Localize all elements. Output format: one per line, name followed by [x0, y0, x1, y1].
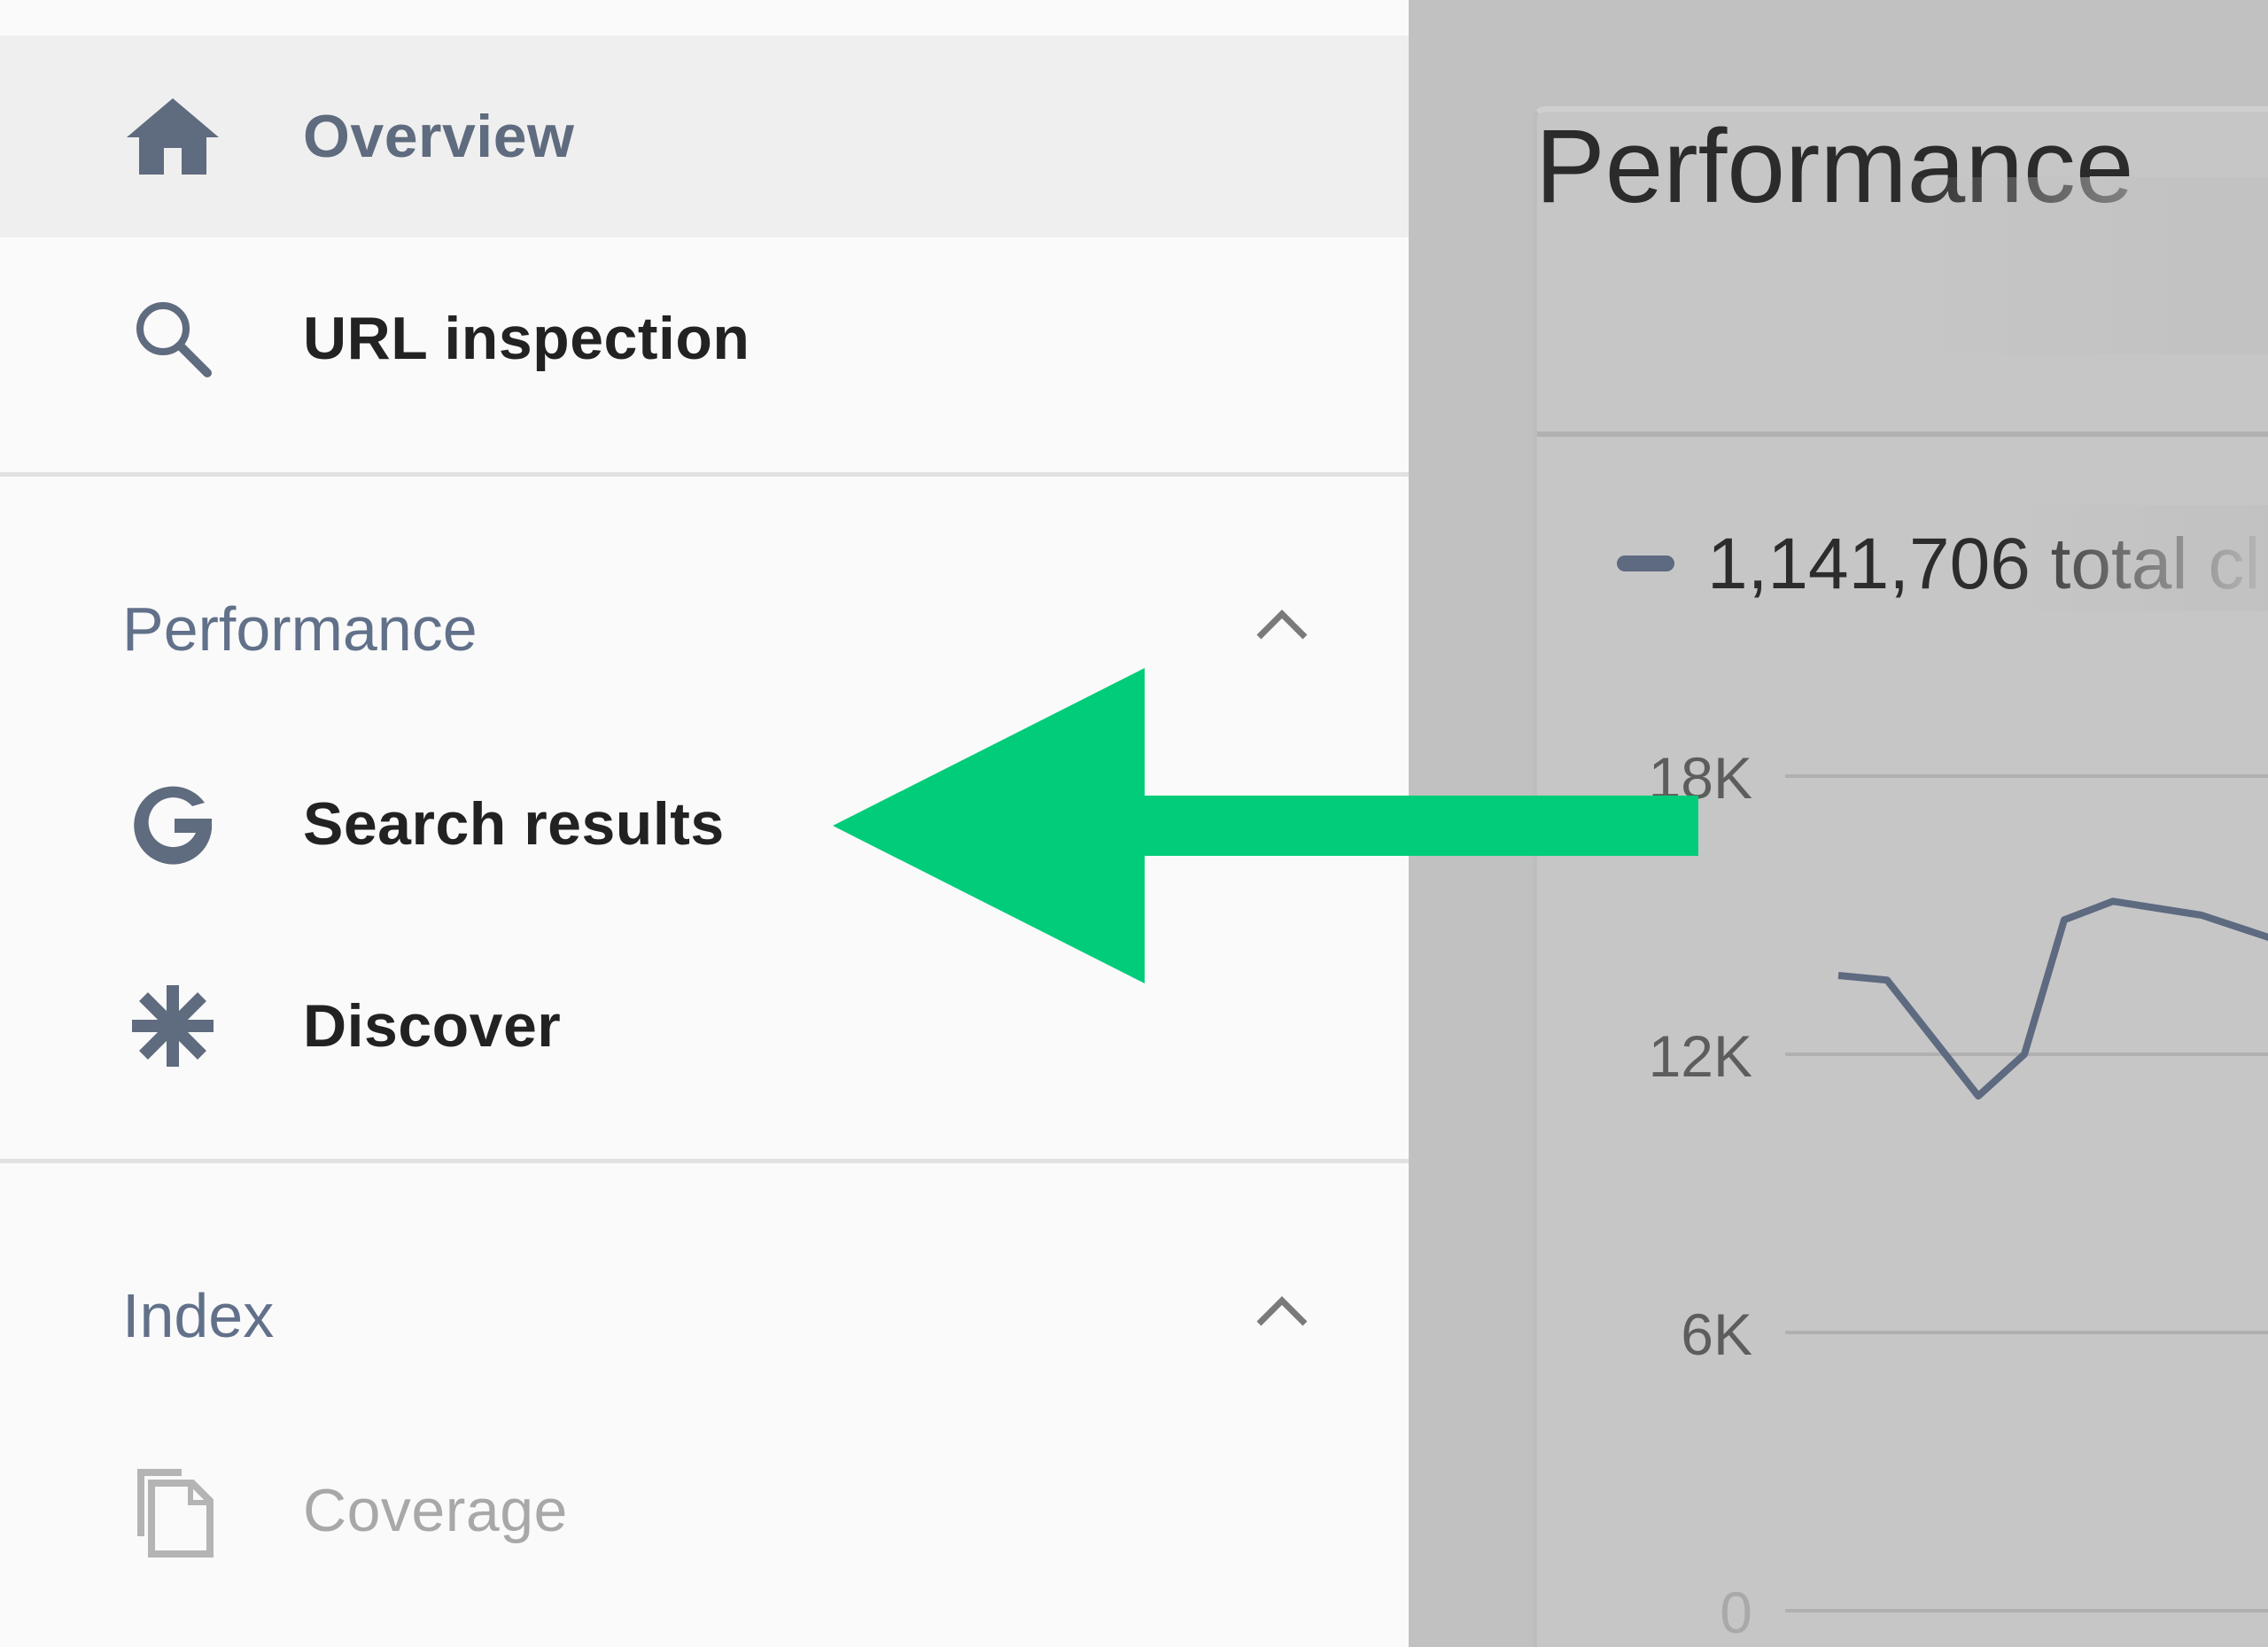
- scrim-overlay[interactable]: Performance 1,141,706 total cl 18K 12K 6K 0: [1409, 0, 2268, 1647]
- sidebar-item-label: Search results: [303, 790, 725, 858]
- google-g-icon: [124, 775, 221, 873]
- section-title: Performance: [122, 594, 478, 664]
- performance-chart: 18K 12K 6K 0: [1649, 745, 2268, 1645]
- chevron-up-icon[interactable]: [1254, 598, 1311, 651]
- chevron-up-icon[interactable]: [1254, 1285, 1311, 1338]
- sidebar-item-label: Overview: [303, 103, 575, 170]
- sidebar-item-label: Discover: [303, 992, 562, 1060]
- copy-pages-icon: [124, 1462, 221, 1559]
- section-header-index[interactable]: Index: [0, 1245, 1409, 1378]
- asterisk-icon: [124, 977, 221, 1075]
- divider: [0, 472, 1409, 477]
- sidebar-nav: Overview URL inspection Performance Sear…: [0, 0, 1409, 1647]
- y-tick-label: 0: [1720, 1580, 1752, 1645]
- divider: [0, 1159, 1409, 1163]
- sidebar-item-label: URL inspection: [303, 305, 750, 372]
- sidebar-item-discover[interactable]: Discover: [0, 925, 1409, 1127]
- sidebar-item-label: Coverage: [303, 1477, 568, 1544]
- y-tick-label: 12K: [1649, 1023, 1752, 1089]
- section-title: Index: [122, 1281, 275, 1350]
- y-tick-label: 6K: [1681, 1301, 1752, 1367]
- home-icon: [124, 88, 221, 185]
- y-tick-label: 18K: [1649, 745, 1752, 811]
- series-line: [1837, 897, 2268, 1100]
- sidebar-item-overview[interactable]: Overview: [0, 35, 1409, 237]
- section-header-performance[interactable]: Performance: [0, 558, 1409, 691]
- sidebar-item-url-inspection[interactable]: URL inspection: [0, 237, 1409, 439]
- sidebar-item-coverage[interactable]: Coverage: [0, 1410, 1409, 1612]
- sidebar-item-search-results[interactable]: Search results: [0, 723, 1409, 925]
- search-icon: [124, 290, 221, 387]
